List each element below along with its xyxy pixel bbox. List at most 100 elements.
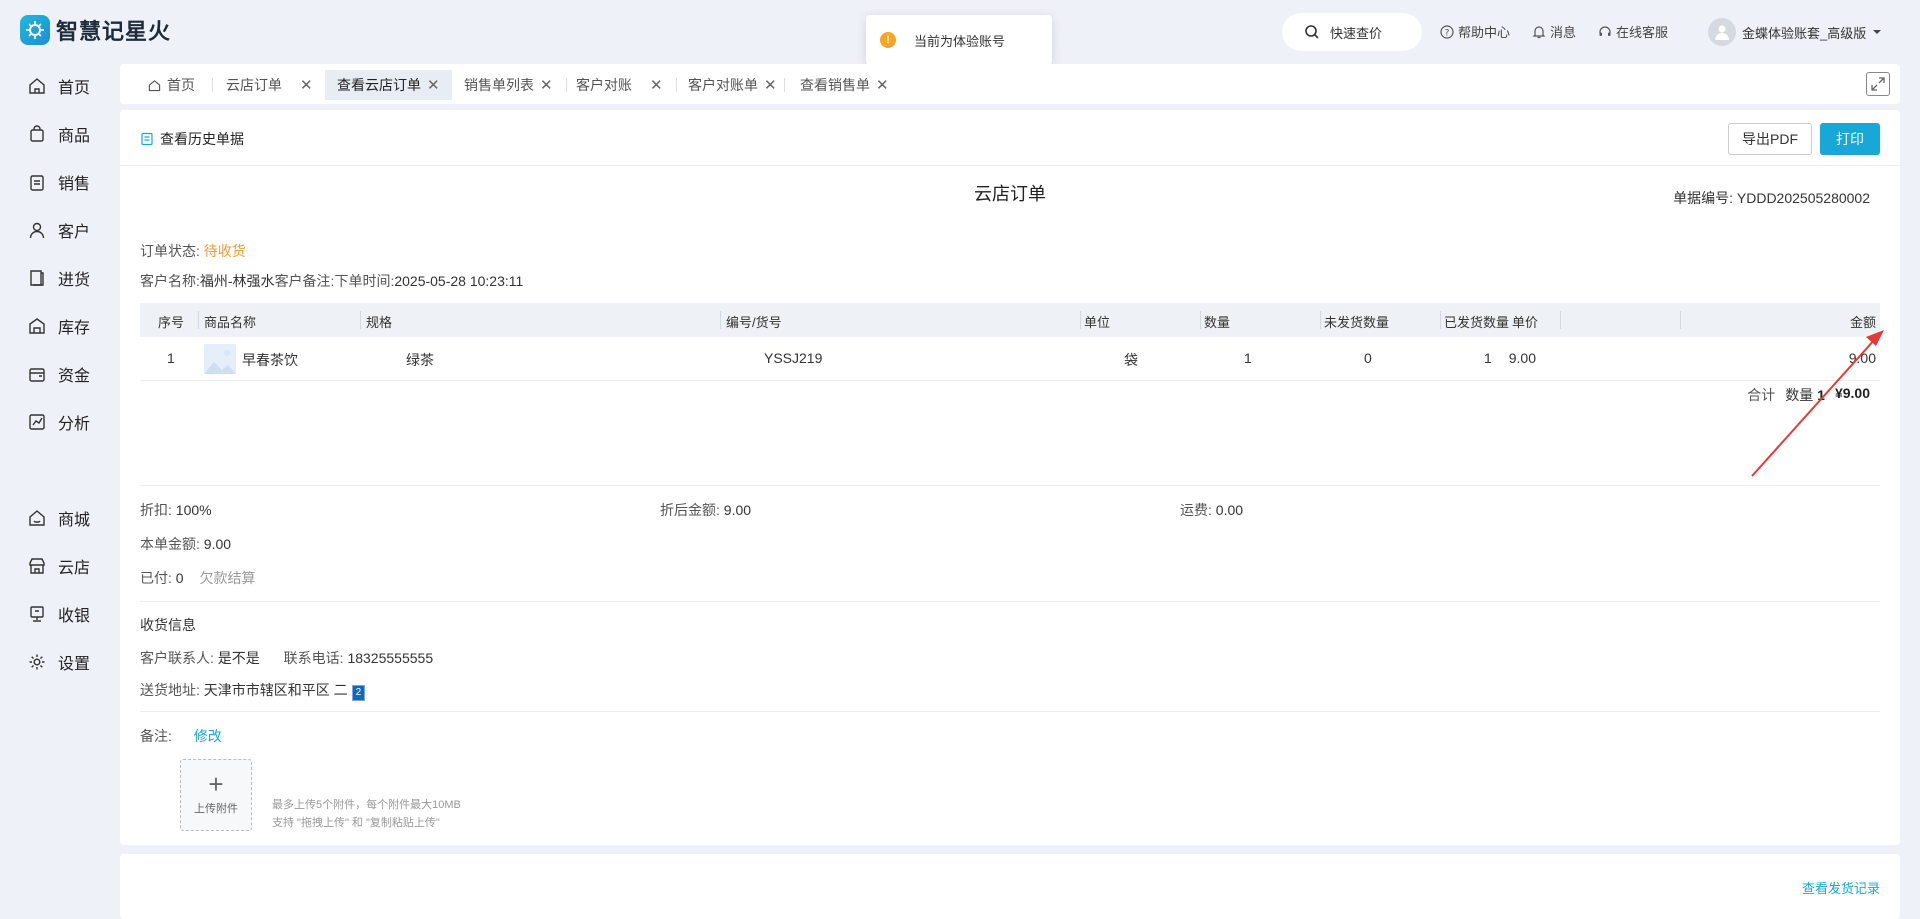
table-header: 序号 商品名称 规格 编号/货号 单位 数量 未发货数量 已发货数量 单价 金额 [140,303,1880,337]
close-icon[interactable]: ✕ [427,76,440,94]
order-status: 订单状态: 待收货 [140,241,246,261]
clipboard-icon [30,175,44,191]
after-discount-amount: 折后金额: 9.00 [660,500,751,520]
warning-icon: ! [880,32,896,48]
delivery-contact: 客户联系人: 是不是 联系电话: 18325555555 [140,648,433,668]
messages-link[interactable]: 消息 [1532,22,1576,41]
caret-down-icon [1873,30,1882,34]
sidebar-item-analysis[interactable]: 分析 [28,410,90,434]
help-center-label: 帮助中心 [1458,25,1511,40]
contact-label: 客户联系人: [140,650,214,666]
close-icon[interactable]: ✕ [540,76,553,94]
product-qty: 1 [1244,350,1252,366]
online-service-label: 在线客服 [1616,25,1669,40]
sidebar-item-customers[interactable]: 客户 [28,218,90,242]
total-amount-value: ¥9.00 [1834,385,1870,401]
divider [140,711,1880,712]
column-header: 编号/货号 [726,315,782,330]
sidebar-item-mall[interactable]: 商城 [28,506,90,530]
top-bar: 智慧记星火 ! 当前为体验账号 快速查价 ? 帮助中心 消息 在线客服 金蝶体验… [0,0,1920,65]
table-row[interactable]: 1 早春茶饮 绿茶 YSSJ219 袋 1 0 1 9.00 9.00 [140,337,1880,381]
sidebar-item-purchase[interactable]: 进货 [28,266,90,290]
tab-sales-list[interactable]: 销售单列表 ✕ [452,70,565,100]
bell-icon [1532,25,1546,38]
export-pdf-button[interactable]: 导出PDF [1728,123,1812,155]
column-header: 单价 [1511,315,1538,330]
help-center-link[interactable]: ? 帮助中心 [1440,22,1510,41]
warehouse-icon [29,318,45,334]
view-history-button[interactable]: 查看历史单据 [140,129,244,149]
remark-label: 备注: [140,728,172,744]
column-divider [720,311,721,329]
address-value: 天津市市辖区和平区 二 [203,682,348,698]
tab-customer-statement[interactable]: 客户对账单 ✕ [676,70,789,100]
sidebar-item-inventory[interactable]: 库存 [28,314,90,338]
sidebar-item-sales[interactable]: 销售 [28,170,90,194]
upload-attachment-button[interactable]: + 上传附件 [180,759,252,831]
view-shipping-record-link[interactable]: 查看发货记录 [1802,878,1880,897]
address-badge: 2 [351,685,366,701]
column-header: 规格 [366,315,393,330]
document-title: 云店订单 [974,184,1046,204]
sidebar-item-cloud-store[interactable]: 云店 [28,554,90,578]
sidebar-item-label: 首页 [58,80,91,97]
discount-label: 折扣: [140,502,172,518]
column-header: 商品名称 [204,315,257,330]
edit-remark-link[interactable]: 修改 [194,728,222,744]
close-icon[interactable]: ✕ [300,76,313,94]
tab-customer-reconcile[interactable]: 客户对账 ✕ [564,70,675,100]
headset-icon [1599,25,1611,36]
order-amount-label: 本单金额: [140,536,200,552]
sidebar-item-cashier[interactable]: 收银 [28,602,90,626]
upload-label: 上传附件 [194,803,238,815]
sidebar-item-settings[interactable]: 设置 [28,650,90,674]
tab-view-cloud-order[interactable]: 查看云店订单 ✕ [325,70,452,100]
tab-label: 首页 [167,77,195,93]
help-circle-icon: ? [1440,24,1454,39]
sidebar-item-label: 分析 [58,416,91,433]
product-image-placeholder [204,344,236,374]
product-price: 9.00 [1508,350,1536,366]
column-header: 数量 [1204,315,1231,330]
sidebar-item-label: 收银 [58,608,91,625]
tab-label: 查看云店订单 [337,77,421,93]
tab-cloud-orders[interactable]: 云店订单 ✕ [214,70,325,100]
address-label: 送货地址: [140,682,200,698]
sidebar-item-products[interactable]: 商品 [28,122,90,146]
settle-debt-link[interactable]: 欠款结算 [199,570,255,586]
shipping-fee: 运费: 0.00 [1180,500,1243,520]
sidebar-item-label: 库存 [58,320,91,337]
sidebar: 首页 商品 销售 客户 进货 库存 资金 分析 商城 云店 收银 设置 [0,62,120,919]
document-number-value: YDDD202505280002 [1736,190,1870,206]
order-time-label: 下单时间: [334,273,395,289]
order-status-value: 待收货 [203,243,246,259]
sidebar-item-funds[interactable]: 资金 [28,362,90,386]
total-qty-group: 数量 1 [1785,385,1825,405]
tab-label: 查看销售单 [800,77,870,93]
column-divider [1680,311,1681,329]
close-icon[interactable]: ✕ [876,76,889,94]
online-service-link[interactable]: 在线客服 [1598,22,1668,41]
close-icon[interactable]: ✕ [764,76,777,94]
close-icon[interactable]: ✕ [650,76,663,94]
remark: 备注: 修改 [140,726,222,746]
sidebar-item-home[interactable]: 首页 [28,74,90,98]
table-total: 合计 数量 1 ¥9.00 [1747,385,1870,405]
product-code: YSSJ219 [764,350,823,366]
tab-divider [784,78,785,92]
document-number-label: 单据编号: [1673,190,1733,206]
order-amount: 本单金额: 9.00 [140,534,231,554]
shop-icon [29,510,45,526]
user-menu[interactable]: 金蝶体验账套_高级版 [1708,18,1882,46]
home-icon [148,79,161,91]
quick-search-button[interactable]: 快速查价 [1282,13,1422,51]
fullscreen-button[interactable] [1866,72,1890,96]
app-logo[interactable]: 智慧记星火 [20,14,171,46]
tab-view-sales-order[interactable]: 查看销售单 ✕ [788,70,901,100]
product-name: 早春茶饮 [242,352,298,368]
order-time-value: 2025-05-28 10:23:11 [394,273,524,289]
print-button[interactable]: 打印 [1820,123,1880,155]
tab-home[interactable]: 首页 [136,70,207,100]
home-icon [29,78,45,94]
sidebar-item-label: 资金 [58,368,91,385]
